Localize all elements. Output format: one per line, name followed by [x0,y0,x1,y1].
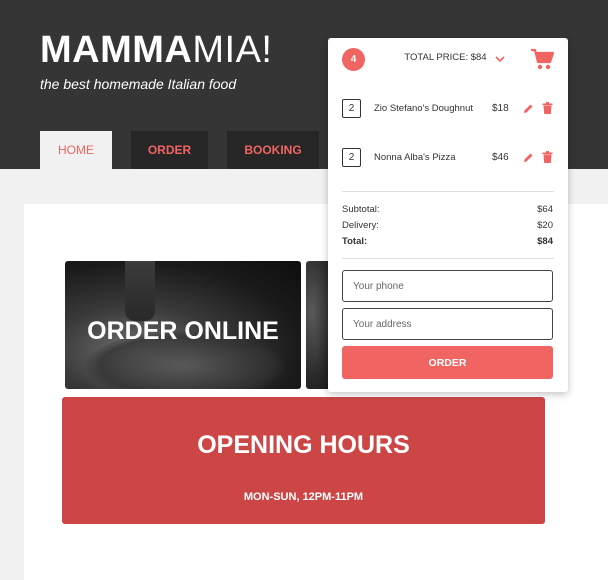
delivery-row: Delivery: $20 [342,220,553,231]
logo-bold: MAMMA [40,29,193,71]
item-name: Nonna Alba's Pizza [374,152,456,163]
tab-booking[interactable]: BOOKING [227,131,319,169]
order-button[interactable]: ORDER [342,346,553,379]
wine-bottle-image [125,261,155,321]
logo[interactable]: MAMMAMIA! [40,30,272,70]
edit-icon[interactable] [523,152,534,163]
divider [342,258,554,259]
item-quantity[interactable]: 2 [342,148,361,167]
cart-dropdown: 4 TOTAL PRICE: $84 2 Zio Stefano's Dough… [328,38,568,392]
cart-count-badge: 4 [342,48,365,71]
item-price: $18 [492,103,509,114]
item-price: $46 [492,152,509,163]
subtotal-value: $64 [537,204,553,215]
phone-input[interactable] [342,270,553,302]
trash-icon[interactable] [542,102,553,114]
delivery-label: Delivery: [342,220,379,231]
cart-icon[interactable] [530,48,554,70]
address-input[interactable] [342,308,553,340]
edit-icon[interactable] [523,103,534,114]
total-value: $84 [537,236,553,247]
chevron-down-icon[interactable] [494,53,506,65]
opening-hours-panel: OPENING HOURS MON-SUN, 12PM-11PM [62,397,545,524]
cart-item: 2 Zio Stefano's Doughnut $18 [342,99,554,119]
subtotal-row: Subtotal: $64 [342,204,553,215]
order-online-banner[interactable]: ORDER ONLINE [65,261,301,389]
total-label: Total: [342,236,368,247]
item-name: Zio Stefano's Doughnut [374,103,473,114]
order-online-title: ORDER ONLINE [87,317,279,345]
tab-home[interactable]: HOME [40,131,112,169]
tagline: the best homemade Italian food [40,76,237,92]
item-quantity[interactable]: 2 [342,99,361,118]
opening-hours-text: MON-SUN, 12PM-11PM [243,491,364,503]
total-row: Total: $84 [342,236,553,247]
opening-hours-title: OPENING HOURS [197,431,410,459]
subtotal-label: Subtotal: [342,204,380,215]
logo-thin: MIA! [192,29,273,71]
delivery-value: $20 [537,220,553,231]
trash-icon[interactable] [542,151,553,163]
cart-item: 2 Nonna Alba's Pizza $46 [342,148,554,168]
divider [342,191,554,192]
cart-total-price: TOTAL PRICE: $84 [404,52,487,63]
tab-order[interactable]: ORDER [131,131,208,169]
